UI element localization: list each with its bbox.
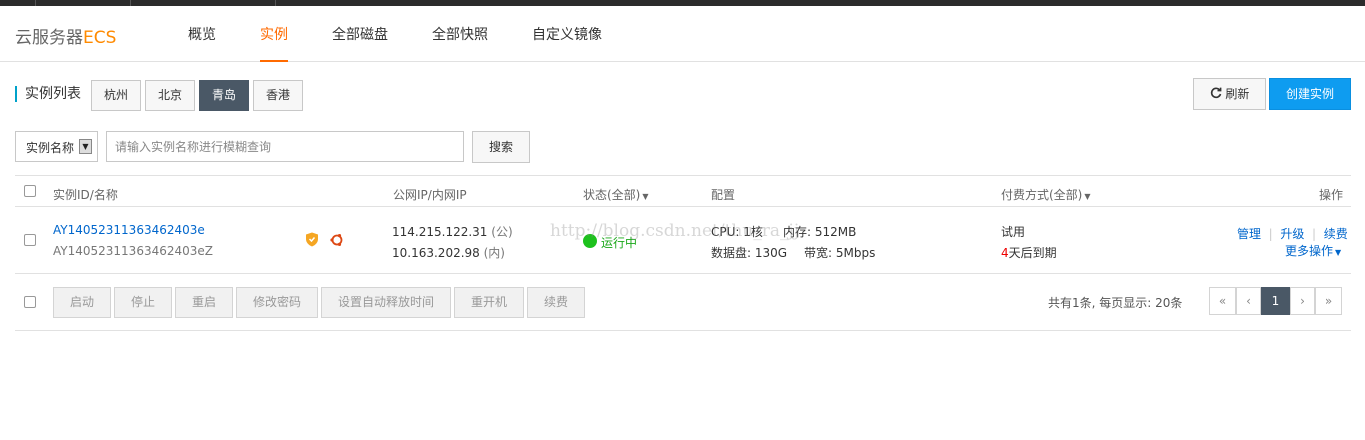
first-page-button[interactable]: « (1209, 287, 1236, 315)
tab-custom-images[interactable]: 自定义镜像 (532, 24, 602, 62)
row-checkbox[interactable] (24, 234, 36, 246)
private-ip-tag: (内) (483, 246, 505, 260)
region-hangzhou-button[interactable]: 杭州 (91, 80, 141, 111)
stop-button[interactable]: 停止 (114, 287, 172, 318)
security-shield-icon[interactable] (305, 232, 319, 247)
reinit-button[interactable]: 重开机 (454, 287, 524, 318)
chevron-down-icon[interactable]: ▼ (79, 139, 92, 154)
expire-text: 天后到期 (1008, 246, 1057, 260)
column-header-id-name: 实例ID/名称 (53, 188, 118, 202)
instance-name: AY14052311363462403eZ (53, 244, 214, 258)
manage-link[interactable]: 管理 (1237, 227, 1261, 241)
restart-button[interactable]: 重启 (175, 287, 233, 318)
refresh-button[interactable]: 刷新 (1193, 78, 1266, 110)
bulk-renew-button[interactable]: 续费 (527, 287, 585, 318)
billing-type: 试用 (1001, 225, 1026, 239)
tab-instances[interactable]: 实例 (260, 24, 288, 62)
row-actions: 管理 | 升级 | 续费 (1237, 225, 1348, 242)
table-top-border (15, 175, 1351, 176)
column-header-config: 配置 (711, 188, 736, 202)
table-bottom-border (15, 330, 1351, 331)
current-page[interactable]: 1 (1261, 287, 1290, 315)
brand-name: 云服务器 (15, 28, 83, 48)
create-instance-button[interactable]: 创建实例 (1269, 78, 1351, 110)
billing-filter-label: 付费方式(全部) (1001, 188, 1083, 202)
column-header-billing-filter[interactable]: 付费方式(全部) ▼ (1001, 186, 1091, 203)
auto-release-time-button[interactable]: 设置自动释放时间 (321, 287, 451, 318)
more-actions-dropdown[interactable]: 更多操作 ▼ (1285, 242, 1341, 259)
brand-logo[interactable]: 云服务器ECS (15, 23, 116, 48)
caret-down-icon: ▼ (642, 192, 649, 201)
ubuntu-os-icon (330, 234, 343, 246)
watermark: http://blog.csdn.net/thu_ra_jj (550, 221, 800, 241)
last-page-button[interactable]: » (1315, 287, 1342, 315)
search-button[interactable]: 搜索 (472, 131, 530, 163)
refresh-label: 刷新 (1225, 87, 1250, 101)
config-bandwidth: 带宽: 5Mbps (804, 246, 876, 260)
instance-id-link[interactable]: AY14052311363462403e (53, 223, 205, 237)
column-header-status-filter[interactable]: 状态(全部) ▼ (583, 186, 649, 203)
renew-link[interactable]: 续费 (1324, 227, 1348, 241)
public-ip: 114.215.122.31 (392, 225, 488, 239)
pagination-summary: 共有1条, 每页显示: 20条 (1048, 296, 1183, 310)
public-ip-cell: 114.215.122.31 (公) (392, 223, 513, 240)
change-password-button[interactable]: 修改密码 (236, 287, 318, 318)
column-header-ip: 公网IP/内网IP (393, 188, 467, 202)
public-ip-tag: (公) (491, 225, 513, 239)
action-separator: | (1264, 227, 1277, 241)
region-qingdao-button[interactable]: 青岛 (199, 80, 249, 111)
more-actions-label: 更多操作 (1285, 244, 1334, 258)
select-all-checkbox[interactable] (24, 185, 36, 197)
expire-days: 4 (1001, 246, 1009, 260)
status-filter-label: 状态(全部) (583, 188, 641, 202)
search-input[interactable] (106, 131, 464, 162)
private-ip-cell: 10.163.202.98 (内) (392, 244, 505, 261)
tab-all-disks[interactable]: 全部磁盘 (332, 24, 388, 62)
caret-down-icon: ▼ (1335, 248, 1342, 257)
config-disk: 数据盘: 130G (711, 246, 788, 260)
column-header-actions: 操作 (1319, 188, 1344, 202)
expiry-info: 4天后到期 (1001, 244, 1057, 261)
bulk-select-checkbox[interactable] (24, 296, 36, 308)
search-field-select[interactable]: 实例名称 ▼ (15, 131, 98, 162)
prev-page-button[interactable]: ‹ (1236, 287, 1261, 315)
action-separator: | (1308, 227, 1320, 241)
refresh-icon (1210, 87, 1221, 99)
start-button[interactable]: 启动 (53, 287, 111, 318)
region-beijing-button[interactable]: 北京 (145, 80, 195, 111)
upgrade-link[interactable]: 升级 (1280, 227, 1304, 241)
tab-all-snapshots[interactable]: 全部快照 (432, 24, 488, 62)
next-page-button[interactable]: › (1290, 287, 1315, 315)
tab-overview[interactable]: 概览 (188, 24, 216, 62)
table-row-divider (15, 273, 1351, 274)
page-title: 实例列表 (15, 86, 81, 102)
search-field-select-value: 实例名称 (26, 141, 75, 155)
caret-down-icon: ▼ (1084, 192, 1091, 201)
region-hongkong-button[interactable]: 香港 (253, 80, 303, 111)
brand-suffix: ECS (83, 28, 117, 48)
table-header-divider (15, 206, 1351, 207)
private-ip: 10.163.202.98 (392, 246, 480, 260)
top-nav: 云服务器ECS 概览 实例 全部磁盘 全部快照 自定义镜像 (0, 6, 1365, 62)
